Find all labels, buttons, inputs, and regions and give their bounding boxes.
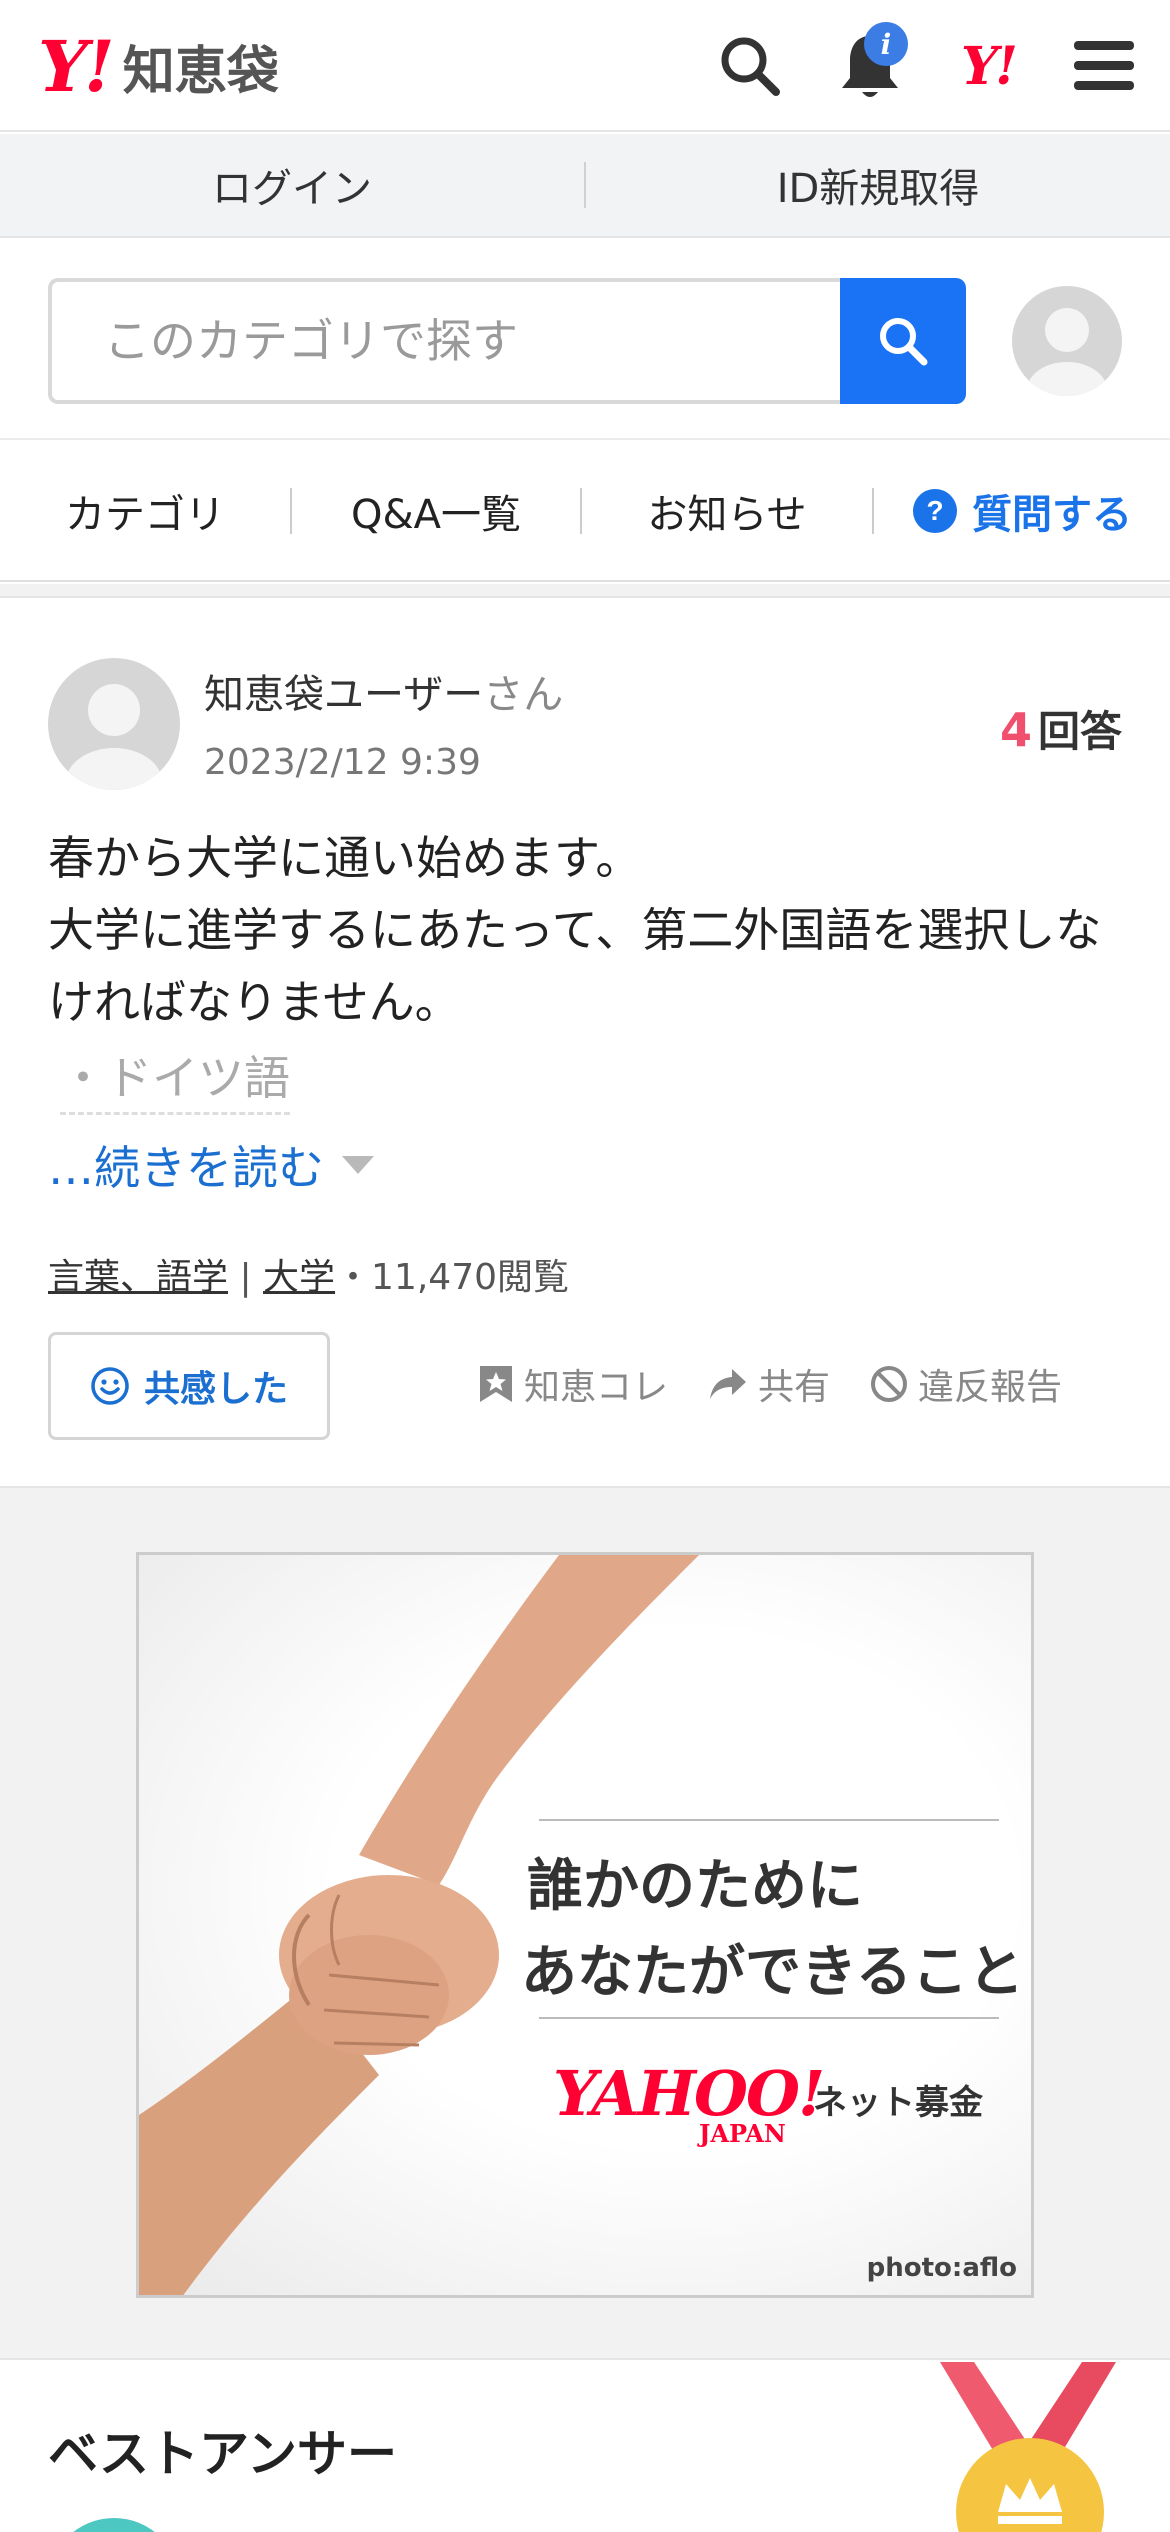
register-link[interactable]: ID新規取得 — [586, 134, 1170, 236]
category-search-input[interactable] — [104, 314, 842, 368]
notification-bell-icon[interactable]: i — [826, 22, 914, 110]
crown-medal-icon — [940, 2362, 1140, 2532]
questioner-username: 知恵袋ユーザー — [204, 672, 484, 718]
view-count: ・11,470閲覧 — [335, 1257, 570, 1298]
ad-service-name: ネット募金 — [813, 2083, 983, 2123]
questioner-honorific: さん — [483, 672, 564, 718]
search-icon — [880, 318, 928, 366]
best-answer-title: ベストアンサー — [48, 2425, 397, 2483]
empathy-button[interactable]: 共感した — [48, 1332, 330, 1440]
search-button[interactable] — [840, 278, 966, 404]
tag-university-link[interactable]: 大学 — [263, 1257, 335, 1298]
ad-section: 誰かのために あなたができること YAHOO! JAPAN ネット募金 phot… — [0, 1486, 1170, 2360]
search-box — [48, 278, 842, 404]
ad-yahoo-japan-sub: JAPAN — [699, 2119, 786, 2148]
read-more-label: …続きを読む — [48, 1141, 324, 1195]
question-card: 知恵袋ユーザーさん 2023/2/12 9:39 4 回答 春から大学に通い始めま… — [0, 598, 1170, 1486]
question-date: 2023/2/12 9:39 — [204, 742, 481, 783]
questioner-avatar — [48, 658, 180, 790]
bookmark-star-icon — [480, 1366, 512, 1402]
nav-category[interactable]: カテゴリ — [0, 442, 290, 580]
ad-headline-line2: あなたができること — [521, 1939, 1024, 2005]
nav-ask-label: 質問する — [972, 492, 1132, 538]
svg-text:?: ? — [926, 495, 943, 526]
answer-count-number: 4 — [999, 703, 1032, 757]
ad-headline-line1: 誰かのために — [527, 1853, 863, 1919]
empathy-label: 共感した — [143, 1369, 288, 1410]
ad-divider-bottom — [539, 2017, 999, 2019]
nav-notice[interactable]: お知らせ — [582, 442, 872, 580]
ad-divider-top — [539, 1819, 999, 1821]
answer-count-label: 回答 — [1037, 707, 1122, 756]
question-actions: 知恵コレ 共有 違反報告 — [478, 1358, 1062, 1410]
smile-icon — [91, 1367, 129, 1405]
question-truncated-line: ・ドイツ語 — [60, 1042, 290, 1115]
share-label: 共有 — [758, 1367, 831, 1408]
chiebukuro-logo[interactable]: Y! 知恵袋 — [38, 25, 279, 108]
yahoo-japan-mark: Y! — [961, 35, 1018, 97]
share-arrow-icon — [710, 1369, 747, 1399]
question-circle-icon: ? — [913, 489, 957, 533]
search-row — [0, 240, 1170, 440]
yahoo-logo-mark: Y! — [38, 24, 115, 108]
question-tags: 言葉、語学 | 大学・11,470閲覧 — [48, 1248, 569, 1300]
answer-count[interactable]: 4 回答 — [1000, 698, 1122, 759]
section-gap — [0, 584, 1170, 598]
tag-separator: | — [228, 1257, 264, 1298]
report-button[interactable]: 違反報告 — [870, 1358, 1062, 1410]
login-bar: ログイン ID新規取得 — [0, 134, 1170, 238]
question-body-line: 春から大学に通い始めます。 — [48, 831, 642, 885]
share-button[interactable]: 共有 — [708, 1358, 830, 1410]
app-header: Y! 知恵袋 i Y! — [0, 0, 1170, 132]
hamburger-menu-icon[interactable] — [1060, 22, 1148, 110]
notification-badge: i — [864, 22, 908, 66]
yahoo-japan-icon[interactable]: Y! — [944, 22, 1032, 110]
questioner-name: 知恵袋ユーザーさん — [204, 662, 563, 720]
tag-language-link[interactable]: 言葉、語学 — [48, 1257, 228, 1298]
collect-button[interactable]: 知恵コレ — [478, 1358, 668, 1410]
nav-ask-question[interactable]: ? 質問する — [874, 442, 1170, 580]
collect-label: 知恵コレ — [524, 1367, 669, 1408]
report-label: 違反報告 — [918, 1367, 1063, 1408]
charity-ad-banner[interactable]: 誰かのために あなたができること YAHOO! JAPAN ネット募金 phot… — [136, 1552, 1034, 2298]
login-link[interactable]: ログイン — [0, 134, 584, 236]
read-more-link[interactable]: …続きを読む — [48, 1132, 374, 1198]
best-answer-section: ベストアンサー — [0, 2362, 1170, 2532]
logo-service-name: 知恵袋 — [122, 41, 279, 102]
chevron-down-icon — [342, 1156, 374, 1174]
category-nav: カテゴリ Q&A一覧 お知らせ ? 質問する — [0, 442, 1170, 582]
question-body-line: 大学に進学するにあたって、第二外国語を選択しなければなりません。 — [48, 903, 1102, 1029]
question-body: 春から大学に通い始めます。 大学に進学するにあたって、第二外国語を選択しなければ… — [48, 822, 1128, 1038]
prohibited-icon — [871, 1366, 908, 1402]
search-icon[interactable] — [706, 22, 794, 110]
nav-qa-list[interactable]: Q&A一覧 — [292, 442, 580, 580]
best-answerer-avatar — [48, 2518, 180, 2532]
ad-photo-credit: photo:aflo — [866, 2253, 1017, 2283]
user-avatar[interactable] — [1012, 286, 1122, 396]
